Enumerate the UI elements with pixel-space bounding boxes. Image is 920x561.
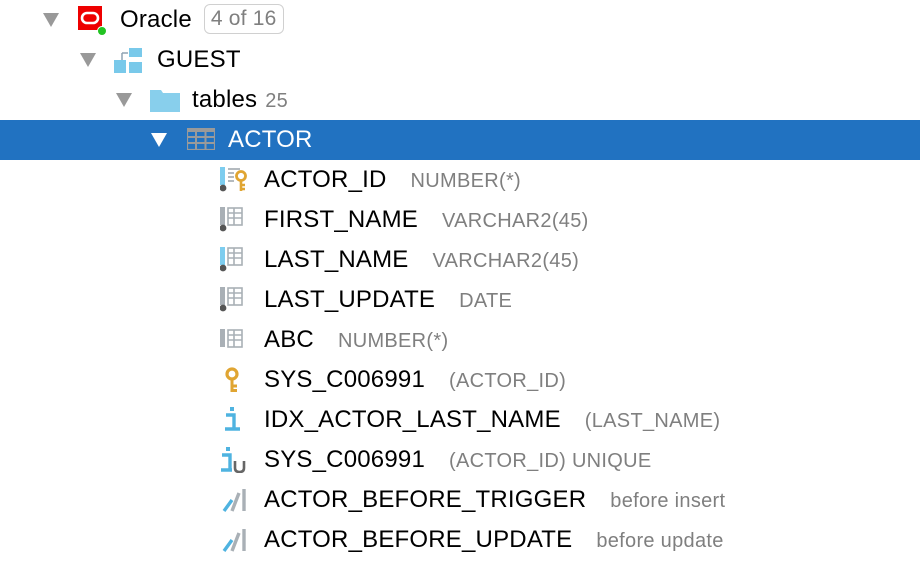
expand-arrow-icon[interactable] [151, 133, 167, 147]
tree-node-schema-guest[interactable]: GUEST [0, 40, 920, 80]
node-label: LAST_UPDATE [264, 286, 436, 313]
table-icon [186, 127, 216, 152]
filter-count-badge[interactable]: 4 of 16 [203, 4, 284, 34]
index-icon [220, 407, 250, 433]
node-label: ACTOR [228, 126, 313, 153]
node-detail: VARCHAR2(45) [442, 210, 589, 232]
primary-key-column-icon [219, 167, 250, 193]
node-detail: DATE [459, 290, 513, 312]
tree-node-child[interactable]: FIRST_NAME VARCHAR2(45) [0, 200, 920, 240]
node-detail: (ACTOR_ID) [449, 370, 567, 392]
node-label: IDX_ACTOR_LAST_NAME [264, 406, 561, 433]
tree-node-child[interactable]: ABC NUMBER(*) [0, 320, 920, 360]
tree-node-child[interactable]: SYS_C006991 (ACTOR_ID) UNIQUE [0, 440, 920, 480]
node-label: ACTOR_BEFORE_TRIGGER [264, 486, 587, 513]
node-detail: NUMBER(*) [410, 170, 521, 192]
column-icon [220, 327, 250, 353]
node-detail: before update [596, 530, 724, 552]
oracle-datasource-icon [78, 6, 107, 36]
tree-node-oracle[interactable]: Oracle 4 of 16 [0, 0, 920, 40]
node-detail: (LAST_NAME) [584, 410, 721, 432]
tree-node-child[interactable]: ACTOR_ID NUMBER(*) [0, 160, 920, 200]
schema-icon [114, 48, 142, 73]
node-label: SYS_C006991 [264, 366, 425, 393]
node-label: GUEST [157, 46, 241, 73]
node-label: ABC [264, 326, 314, 353]
unique-index-icon [220, 447, 250, 474]
tree-node-table-actor[interactable]: ACTOR [0, 120, 920, 160]
tree-node-child[interactable]: IDX_ACTOR_LAST_NAME (LAST_NAME) [0, 400, 920, 440]
node-detail: VARCHAR2(45) [432, 250, 580, 272]
tree-node-child[interactable]: ACTOR_BEFORE_UPDATE before update [0, 520, 920, 560]
trigger-icon [220, 527, 250, 553]
not-null-column-icon [219, 207, 250, 233]
node-label: Oracle [120, 6, 192, 33]
node-label: FIRST_NAME [264, 206, 419, 233]
tree-node-tables-folder[interactable]: tables 25 [0, 80, 920, 120]
key-icon [220, 367, 250, 393]
database-explorer-tree: Oracle 4 of 16 GUEST tables 25 ACTOR ACT… [0, 0, 920, 560]
child-count: 25 [265, 90, 288, 112]
tree-node-child[interactable]: ACTOR_BEFORE_TRIGGER before insert [0, 480, 920, 520]
node-label: tables [192, 86, 258, 113]
folder-icon [150, 88, 180, 112]
node-label: SYS_C006991 [264, 446, 425, 473]
expand-arrow-icon[interactable] [116, 93, 132, 107]
node-label: LAST_NAME [264, 246, 409, 273]
indexed-not-null-column-icon [219, 247, 250, 273]
expand-arrow-icon[interactable] [80, 53, 96, 67]
tree-node-child[interactable]: LAST_NAME VARCHAR2(45) [0, 240, 920, 280]
trigger-icon [220, 487, 250, 513]
node-detail: before insert [610, 490, 726, 512]
tree-node-child[interactable]: LAST_UPDATE DATE [0, 280, 920, 320]
expand-arrow-icon[interactable] [43, 13, 59, 27]
node-detail: NUMBER(*) [337, 330, 449, 352]
node-detail: (ACTOR_ID) UNIQUE [449, 450, 652, 472]
node-label: ACTOR_BEFORE_UPDATE [264, 526, 573, 553]
node-label: ACTOR_ID [264, 166, 387, 193]
tree-node-child[interactable]: SYS_C006991 (ACTOR_ID) [0, 360, 920, 400]
not-null-column-icon [219, 287, 250, 313]
